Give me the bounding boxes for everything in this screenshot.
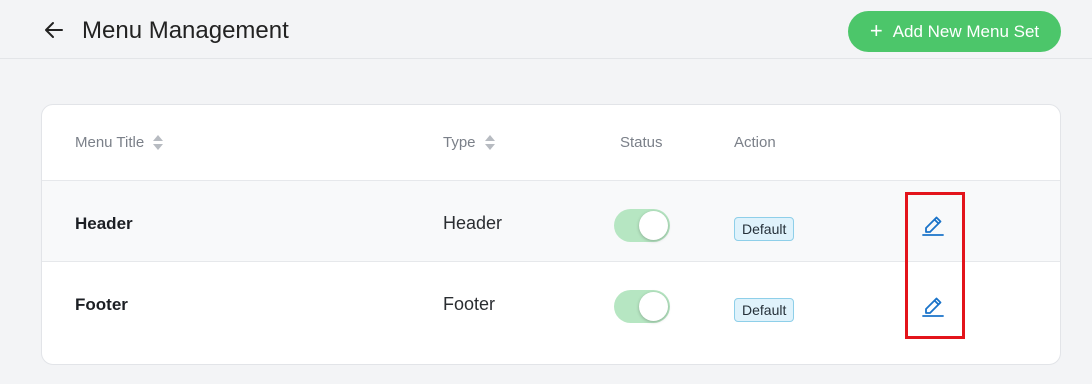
column-action: Action <box>734 134 776 151</box>
column-label: Status <box>620 134 663 151</box>
column-type[interactable]: Type <box>443 134 495 151</box>
default-badge: Default <box>734 298 795 322</box>
add-new-menu-set-button[interactable]: + Add New Menu Set <box>848 11 1061 52</box>
top-bar: Menu Management + Add New Menu Set <box>0 0 1092 59</box>
page-title: Menu Management <box>82 17 289 44</box>
default-badge: Default <box>734 217 795 241</box>
table-row: Footer Footer Default <box>42 262 1060 343</box>
menu-title-cell: Footer <box>75 295 128 314</box>
sort-icon[interactable] <box>153 135 164 150</box>
column-menu-title[interactable]: Menu Title <box>75 134 164 151</box>
column-label: Type <box>443 134 476 151</box>
status-toggle[interactable] <box>614 290 670 323</box>
edit-pencil-icon <box>922 216 944 236</box>
column-label: Action <box>734 134 776 151</box>
status-toggle[interactable] <box>614 209 670 242</box>
column-label: Menu Title <box>75 134 145 151</box>
toggle-knob <box>639 211 668 240</box>
add-new-menu-set-label: Add New Menu Set <box>892 21 1040 41</box>
menu-title-cell: Header <box>75 214 133 233</box>
type-cell: Footer <box>443 294 496 314</box>
back-button[interactable] <box>40 16 68 44</box>
sort-icon[interactable] <box>484 135 495 150</box>
toggle-knob <box>639 292 668 321</box>
column-status: Status <box>620 134 663 151</box>
edit-pencil-icon <box>922 297 944 317</box>
menu-table-card: Menu Title Type Status Action Header Hea… <box>41 104 1061 365</box>
plus-icon: + <box>869 17 883 43</box>
type-cell: Header <box>443 213 503 233</box>
table-header: Menu Title Type Status Action <box>42 105 1060 181</box>
arrow-left-icon <box>45 22 63 38</box>
edit-button[interactable] <box>920 291 946 319</box>
table-row: Header Header Default <box>42 181 1060 262</box>
edit-button[interactable] <box>920 210 946 238</box>
